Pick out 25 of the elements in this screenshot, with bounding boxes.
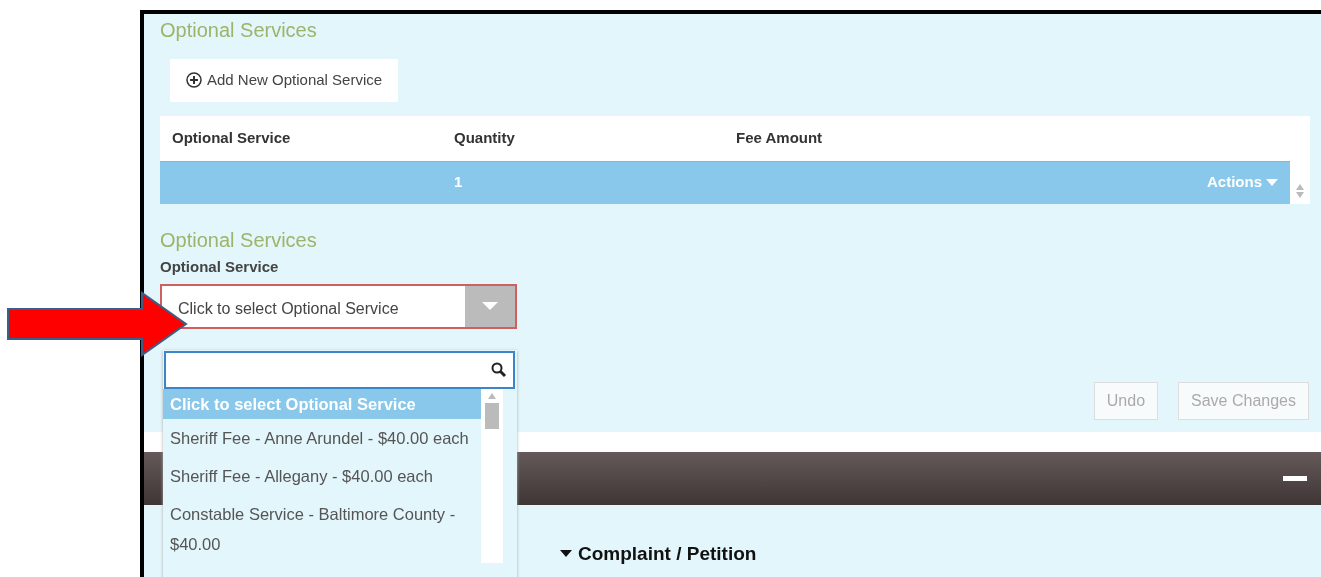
form-title: Optional Services: [160, 227, 318, 252]
plus-circle-icon: [186, 72, 202, 89]
column-header: Optional Service: [172, 127, 292, 148]
column-header: Fee Amount: [736, 127, 824, 148]
add-optional-service-button[interactable]: Add New Optional Service: [170, 59, 399, 102]
optional-service-select[interactable]: Click to select Optional Service: [160, 284, 517, 329]
search-icon: [491, 362, 507, 378]
section-title: Optional Services: [160, 18, 318, 42]
section-toggle[interactable]: Complaint / Petition: [560, 540, 1309, 569]
scroll-down-icon: [1296, 191, 1304, 198]
field-label: Optional Service: [160, 256, 280, 277]
scroll-thumb[interactable]: [485, 403, 499, 429]
dropdown-option[interactable]: Sheriff Fee - Anne Arundel - $40.00 each: [163, 419, 481, 457]
caret-icon: [1266, 178, 1278, 187]
table-cell-text: 1: [454, 172, 464, 193]
dropdown-scrollbar[interactable]: [481, 389, 503, 563]
minus-icon: [1283, 475, 1307, 482]
scroll-up-icon: [488, 393, 496, 399]
scroll-up-icon: [1296, 183, 1304, 190]
caret-icon: [482, 302, 498, 311]
caret-icon: [560, 550, 572, 559]
dropdown-search-field[interactable]: [164, 351, 515, 389]
dropdown-option[interactable]: Sheriff Fee - Allegany - $40.00 each: [163, 457, 481, 495]
column-header: Quantity: [454, 127, 516, 148]
dropdown-option[interactable]: Constable Service - Baltimore County - $40.00: [163, 495, 481, 563]
